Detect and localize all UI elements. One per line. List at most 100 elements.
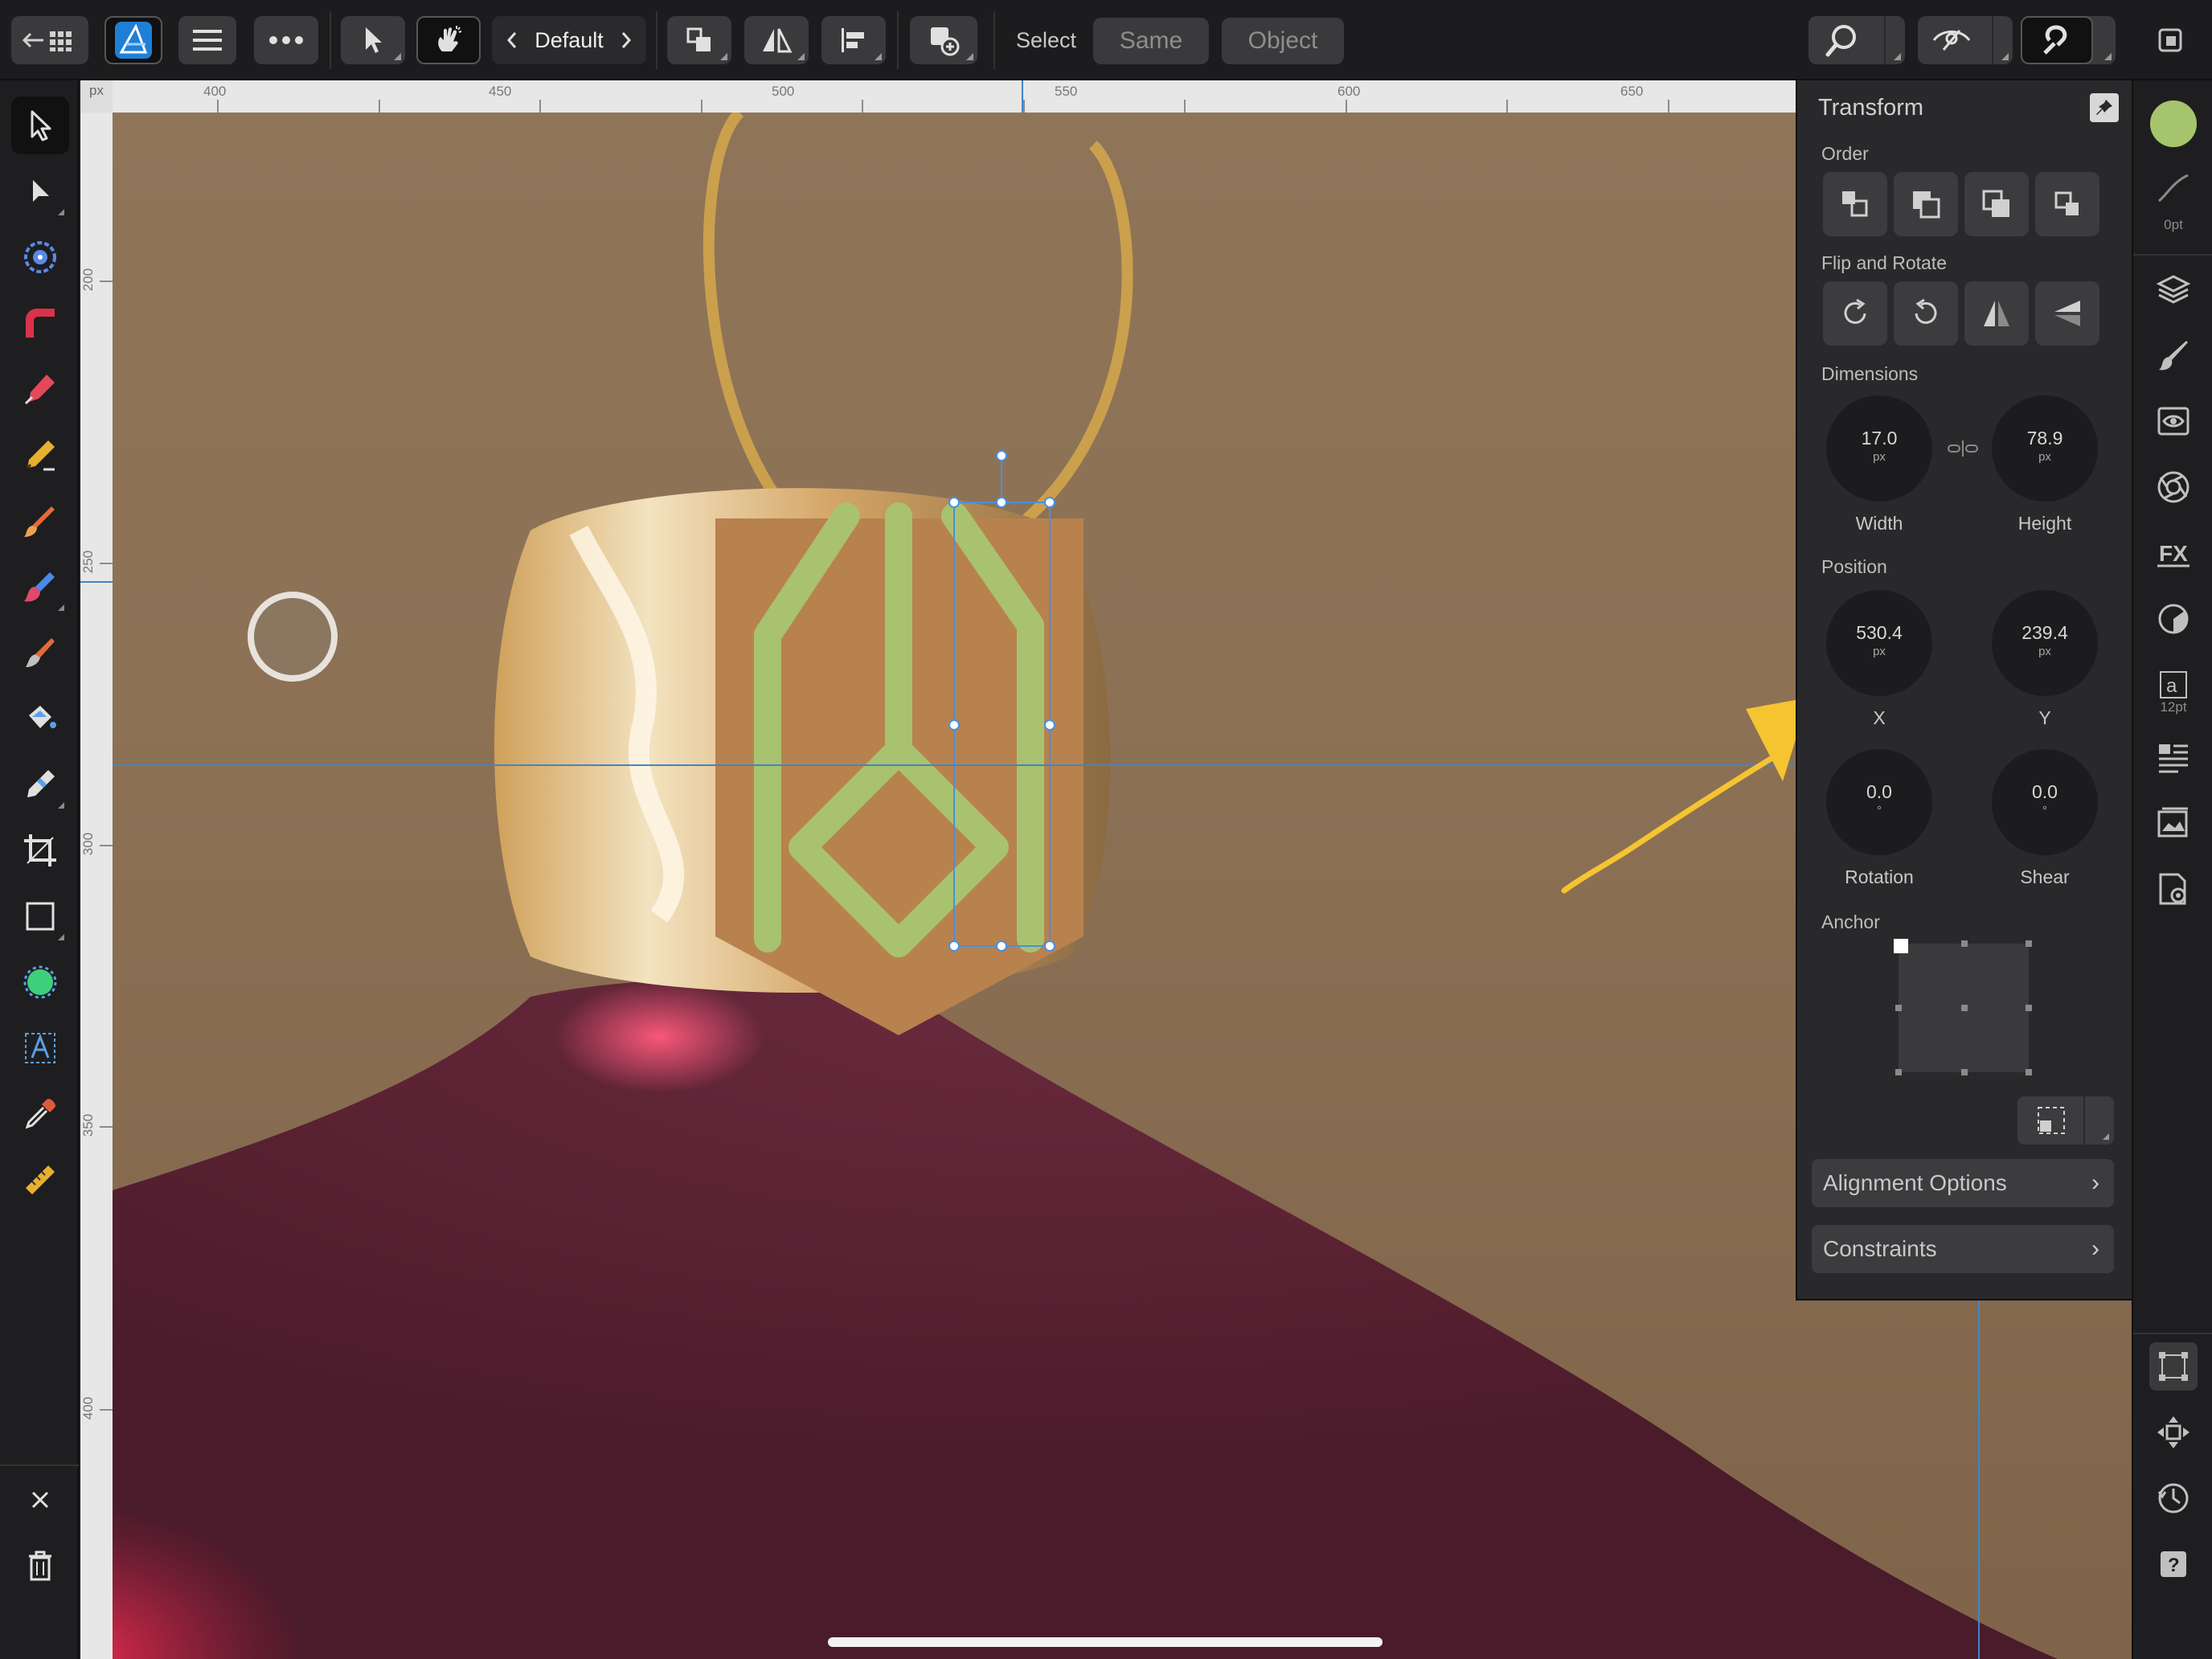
view-zoom-button[interactable]	[1809, 16, 1905, 64]
deselect-button[interactable]	[11, 1471, 69, 1529]
move-tool[interactable]	[11, 96, 69, 154]
swatches-panel-button[interactable]	[2149, 463, 2198, 511]
rectangle-tool[interactable]	[11, 887, 69, 945]
document-settings-button[interactable]	[2149, 865, 2198, 913]
node-tool[interactable]	[11, 162, 69, 220]
delete-button[interactable]	[11, 1537, 69, 1595]
export-button[interactable]	[2143, 16, 2198, 64]
alignment-options-row[interactable]: Alignment Options ›	[1812, 1159, 2114, 1207]
chevron-right-icon	[621, 32, 632, 48]
stroke-button[interactable]	[2149, 164, 2198, 212]
effects-panel-button[interactable]: FX	[2149, 529, 2198, 577]
anchor-section-label: Anchor	[1821, 911, 1880, 932]
brushes-panel-button[interactable]	[2149, 331, 2198, 379]
pin-panel-button[interactable]	[2090, 93, 2119, 122]
corner-tool[interactable]	[11, 294, 69, 352]
fill-tool[interactable]	[11, 690, 69, 748]
persona-selector[interactable]: Default	[492, 16, 646, 64]
x-dial[interactable]: 530.4 px	[1826, 590, 1932, 696]
order-forward-one-button[interactable]	[2035, 172, 2099, 236]
rectangle-icon	[26, 902, 55, 931]
width-dial[interactable]: 17.0 px	[1826, 395, 1932, 502]
shape-tool[interactable]	[11, 953, 69, 1011]
height-dial[interactable]: 78.9 px	[1992, 395, 2098, 502]
ruler-vertical: 200 250 300 350 400	[80, 113, 113, 1659]
hand-gesture-icon	[438, 26, 462, 51]
transform-panel-button[interactable]	[2149, 1342, 2198, 1391]
align-button[interactable]	[821, 16, 886, 64]
app-persona-button[interactable]	[104, 16, 162, 64]
forward-one-icon	[2054, 191, 2079, 215]
rotate-clockwise-button[interactable]	[1823, 281, 1887, 346]
select-same-button[interactable]: Same	[1093, 18, 1209, 64]
order-front-button[interactable]	[1964, 172, 2029, 236]
pencil-tool[interactable]	[11, 426, 69, 484]
flip-button[interactable]	[744, 16, 809, 64]
ruler-icon	[26, 1165, 55, 1194]
top-toolbar: Default Select Same Object	[0, 0, 2212, 80]
color-picker-tool[interactable]	[11, 1085, 69, 1143]
rotate-counterclockwise-button[interactable]	[1894, 281, 1958, 346]
x-value: 530.4	[1856, 622, 1903, 643]
y-dial[interactable]: 239.4 px	[1992, 590, 2098, 696]
select-object-button[interactable]: Object	[1222, 18, 1344, 64]
transparency-tool[interactable]	[11, 756, 69, 813]
studio-divider	[2133, 254, 2212, 256]
help-button[interactable]: ?	[2149, 1540, 2198, 1588]
color-panel-button[interactable]	[2149, 595, 2198, 643]
paint-brush-tool[interactable]	[11, 624, 69, 682]
flip-vertical-button[interactable]	[2035, 281, 2099, 346]
order-back-one-button[interactable]	[1823, 172, 1887, 236]
move-tool-button[interactable]	[341, 16, 405, 64]
constraints-row[interactable]: Constraints ›	[1812, 1225, 2114, 1273]
ruler-label: 300	[80, 832, 96, 856]
y-value: 239.4	[2022, 622, 2068, 643]
rotation-dial[interactable]: 0.0 °	[1826, 749, 1932, 855]
fill-color-swatch[interactable]	[2149, 100, 2198, 148]
rotation-label: Rotation	[1845, 866, 1914, 887]
constraints-label: Constraints	[1823, 1236, 1937, 1261]
back-button[interactable]	[11, 16, 88, 64]
chevron-right-icon: ›	[2091, 1235, 2099, 1262]
ruler-label: 450	[489, 84, 512, 99]
history-panel-button[interactable]	[2149, 1474, 2198, 1522]
measure-tool[interactable]	[11, 1151, 69, 1209]
pen-tool[interactable]	[11, 360, 69, 418]
appearance-panel-button[interactable]	[2149, 397, 2198, 445]
panel-title: Transform	[1818, 95, 1924, 121]
arrange-button[interactable]	[667, 16, 731, 64]
menu-button[interactable]	[178, 16, 236, 64]
flip-horizontal-button[interactable]	[1964, 281, 2029, 346]
ruler-unit: px	[80, 80, 113, 113]
rotate-counterclockwise-icon	[1915, 298, 1937, 324]
navigator-panel-button[interactable]	[2149, 1408, 2198, 1456]
point-transform-tool[interactable]	[11, 228, 69, 286]
insert-button[interactable]	[910, 16, 977, 64]
ruler-label: 250	[80, 550, 96, 574]
text-frame-button[interactable]	[2149, 733, 2198, 781]
ruler-label: 600	[1337, 84, 1361, 99]
brush-icon	[2159, 341, 2188, 371]
transform-origin-button[interactable]	[2017, 1096, 2114, 1145]
view-mode-button[interactable]	[1918, 16, 2013, 64]
fill-brush-tool[interactable]	[11, 558, 69, 616]
move-tool-icon	[31, 110, 51, 141]
chevron-right-icon: ›	[2091, 1169, 2099, 1196]
home-indicator	[828, 1637, 1382, 1647]
lock-aspect-button[interactable]	[1947, 437, 1979, 460]
hamburger-menu-icon	[193, 30, 222, 51]
snapping-button[interactable]	[2021, 16, 2116, 64]
flip-vertical-icon	[2054, 301, 2080, 326]
stock-panel-button[interactable]	[2149, 799, 2198, 847]
crop-tool[interactable]	[11, 821, 69, 879]
text-tool[interactable]	[11, 1019, 69, 1077]
svg-text:a: a	[2166, 675, 2177, 697]
anchor-selector[interactable]	[1894, 939, 2038, 1077]
move-arrows-icon	[2157, 1416, 2189, 1448]
layers-panel-button[interactable]	[2149, 265, 2198, 313]
more-button[interactable]	[254, 16, 318, 64]
shear-dial[interactable]: 0.0 °	[1992, 749, 2098, 855]
order-back-button[interactable]	[1894, 172, 1958, 236]
gesture-button[interactable]	[416, 16, 481, 64]
vector-brush-tool[interactable]	[11, 492, 69, 550]
